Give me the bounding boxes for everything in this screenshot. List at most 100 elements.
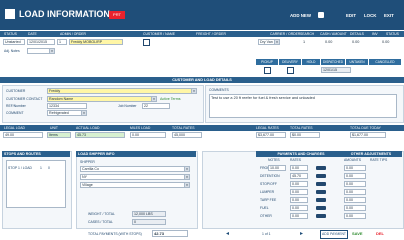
flag-untaken: UNTAKEN — [346, 59, 368, 65]
page-indicator: 1 of 1 — [262, 232, 271, 236]
totals-v1[interactable]: Items — [47, 132, 71, 138]
pay-row-2-label: STOP/OFF — [260, 182, 277, 186]
totals-v3: 0.00 — [130, 132, 166, 138]
truck-icon — [316, 182, 326, 186]
col-carrier: CARRIER / ORDER — [270, 32, 301, 36]
customer-field[interactable]: Freddy ▾ — [47, 88, 197, 94]
city-field[interactable]: NY ▾ — [80, 174, 190, 180]
totals-h1: UNIT — [50, 126, 58, 130]
totals-h5: LEGAL RATES — [256, 126, 279, 130]
footer-total-value: 42.73 — [152, 230, 188, 237]
lock-button[interactable]: LOCK — [364, 13, 376, 18]
admin-field[interactable]: 1 — [57, 39, 67, 45]
exit-button[interactable]: EXIT — [384, 13, 394, 18]
cases-field[interactable]: 0 — [132, 219, 166, 225]
contact-field[interactable]: Random Name ▾ — [47, 96, 157, 102]
add-payment-button[interactable]: ADD PAYMENT — [320, 230, 348, 239]
other-adj-title: OTHER ADJUSTMENTS — [340, 151, 402, 157]
totals-h0: LEGAL LOAD — [4, 126, 25, 130]
totals-header-row — [0, 125, 404, 131]
totals-v7: $1,677.00 — [350, 132, 386, 138]
notes-textarea[interactable]: Test to use a 20 ft reefer for fuel & fr… — [209, 94, 397, 118]
next-page-button[interactable]: ▸ — [300, 230, 303, 237]
date-field[interactable]: 12/01/2015 — [27, 39, 55, 45]
truck-icon — [316, 166, 326, 170]
flag-checkbox-1[interactable] — [264, 67, 271, 74]
pay-row-2-amt[interactable]: 0.00 — [344, 181, 366, 187]
pay-row-5-amt[interactable]: 0.00 — [344, 205, 366, 211]
flag-hold: HOLD — [302, 59, 320, 65]
job-field[interactable]: 22 — [142, 103, 170, 109]
prev-page-button[interactable]: ◂ — [226, 230, 229, 237]
add-new-icon — [318, 12, 324, 18]
col-date: DATE — [28, 32, 37, 36]
page-title: LOAD INFORMATION — [19, 9, 110, 19]
comment-field[interactable]: Refrigerated ▾ — [47, 110, 87, 116]
ship-field[interactable]: Village ▾ — [80, 182, 190, 188]
totals-v4: 45,000 — [172, 132, 202, 138]
qty3-value: 0.00 — [352, 40, 360, 44]
pay-row-2-v2[interactable]: 0.00 — [290, 181, 308, 187]
weight-field[interactable]: 12,000 LBS — [132, 211, 166, 217]
pay-row-4-amt[interactable]: 0.00 — [344, 197, 366, 203]
terms-badge: Active Terms — [160, 97, 181, 101]
status-field[interactable]: Unstarted — [3, 39, 25, 45]
customer-name-field[interactable]: Freddy MOBOLIRP — [69, 39, 123, 45]
col-inv: INV — [372, 32, 378, 36]
col-details: DETAILS — [350, 32, 364, 36]
pay-row-6-v2[interactable]: 0.00 — [290, 213, 308, 219]
pay-row-6-amt[interactable]: 0.00 — [344, 213, 366, 219]
stop-row-label: STOP 1 / LOAD — [8, 166, 32, 170]
col-freight: FREIGHT / ORDER — [196, 32, 226, 36]
totals-h2: ACTUAL LOAD — [76, 126, 100, 130]
qty1-value: 1 — [303, 40, 306, 44]
pay-row-0-amt[interactable]: 0.00 — [344, 165, 366, 171]
save-button[interactable]: SAVE — [352, 231, 363, 236]
pay-row-0-v1[interactable]: 10.00 — [268, 165, 286, 171]
pay-row-0-v2[interactable]: 0.00 — [290, 165, 308, 171]
pay-row-1-label: DETENTION — [260, 174, 280, 178]
col-status2: STATUS — [386, 32, 399, 36]
shipper-field[interactable]: Carrilla Co ▾ — [80, 166, 190, 172]
col-status: STATUS — [4, 32, 17, 36]
delete-button[interactable]: DEL — [376, 231, 384, 236]
totals-v5: $3,677.00 — [256, 132, 286, 138]
pay-row-4-label: TARP FEE — [260, 198, 277, 202]
payments-col-rates: RATES — [290, 158, 302, 162]
totals-v2[interactable]: 45.73 — [75, 132, 125, 138]
flag-pickup: PICKUP — [256, 59, 278, 65]
pay-row-5-v2[interactable]: 0.00 — [290, 205, 308, 211]
adj-col-amounts: AMOUNTS — [344, 158, 361, 162]
add-new-button[interactable]: ADD NEW — [290, 13, 311, 18]
truck-icon — [316, 214, 326, 218]
pay-row-3-amt[interactable]: 0.00 — [344, 189, 366, 195]
notes-label: COMMENTS — [209, 88, 229, 92]
qty2-value: 0.00 — [325, 40, 333, 44]
edit-button[interactable]: EDIT — [346, 13, 356, 18]
pay-row-3-v2[interactable]: 0.00 — [290, 189, 308, 195]
totals-h6: TOTAL RATES — [290, 126, 313, 130]
link-icon[interactable] — [143, 39, 150, 46]
totals-h3: MILES LOAD — [130, 126, 151, 130]
pay-row-3-label: LUMPER — [260, 190, 275, 194]
truck-icon — [316, 198, 326, 202]
customer-label: CUSTOMER — [6, 89, 26, 93]
pay-row-4-v2[interactable]: 0.00 — [290, 197, 308, 203]
totals-v0[interactable]: 49.00 — [3, 132, 43, 138]
flag-date-field[interactable]: 12/01/15 — [321, 67, 351, 73]
stop-row-val-2: 0 — [48, 166, 50, 170]
truck-icon — [316, 190, 326, 194]
payments-title: PAYMENTS AND CHARGES — [256, 151, 346, 157]
equipment-field[interactable]: Dry Van ▾ — [258, 39, 280, 45]
section-customer-title: CUSTOMER AND LOAD DETAILS — [0, 77, 404, 83]
totals-h4: TOTAL RATES — [172, 126, 195, 130]
adj-notes-field[interactable]: ▾ — [27, 48, 55, 54]
pay-row-1-amt[interactable]: 0.00 — [344, 173, 366, 179]
pay-row-1-v2[interactable]: 45.70 — [290, 173, 308, 179]
flag-checkbox-2[interactable] — [287, 67, 294, 74]
footer-total-label: TOTAL PAYMENTS (WITH STOPS) — [88, 232, 142, 236]
col-customer: CUSTOMER / NAME — [143, 32, 175, 36]
app-logo-icon — [5, 9, 15, 19]
ref-field[interactable]: 12334 — [47, 103, 87, 109]
job-label: Job Number — [118, 104, 137, 108]
